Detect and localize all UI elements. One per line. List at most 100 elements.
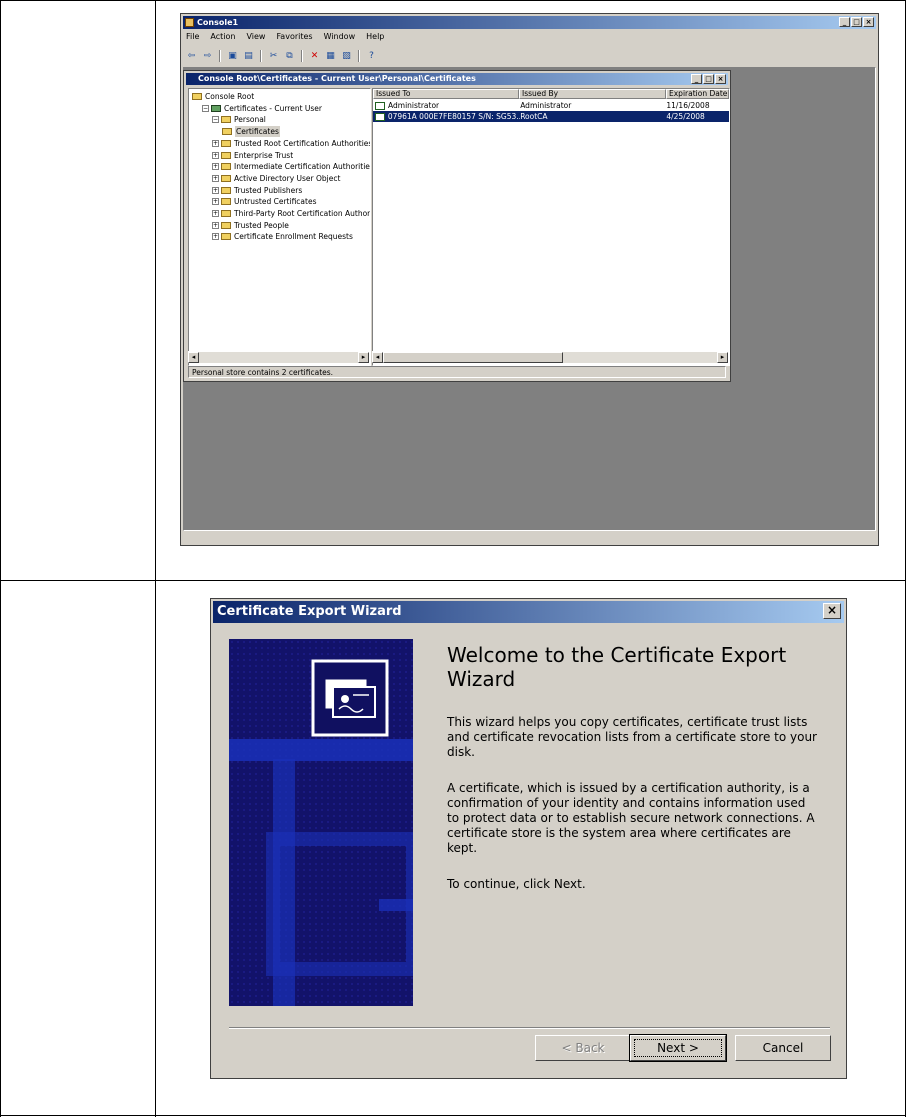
tree-item[interactable]: + Certificate Enrollment Requests [212, 231, 353, 242]
scroll-right-icon[interactable]: ▸ [358, 352, 369, 363]
forward-arrow-icon[interactable]: ⇨ [201, 50, 214, 62]
close-button[interactable]: × [863, 17, 874, 27]
tree-item[interactable]: + Trusted Root Certification Authorities [212, 138, 371, 149]
help-icon[interactable]: ? [365, 50, 378, 62]
cancel-button[interactable]: Cancel [735, 1035, 831, 1061]
col-issued-to[interactable]: Issued To [373, 89, 519, 99]
col-expiration-date[interactable]: Expiration Date [666, 89, 729, 99]
menu-favorites[interactable]: Favorites [275, 32, 313, 44]
wizard-banner-image [229, 639, 413, 1006]
up-folder-icon[interactable]: ▣ [226, 50, 239, 62]
expand-icon[interactable]: + [212, 233, 219, 241]
wizard-separator [229, 1027, 830, 1029]
certificate-icon [375, 101, 385, 110]
export-list-icon[interactable]: ▧ [340, 50, 353, 62]
tree-item[interactable]: + Enterprise Trust [212, 150, 293, 161]
tree-item[interactable]: + Third-Party Root Certification Authorit [212, 208, 371, 219]
tree-item-label: Third-Party Root Certification Authorit [234, 209, 371, 218]
expand-icon[interactable]: + [212, 174, 219, 182]
tree-item-label: Certificates [235, 126, 280, 138]
tree-item-label: Personal [234, 115, 266, 125]
tree-item[interactable]: − Personal [212, 114, 266, 125]
collapse-icon[interactable]: − [212, 116, 219, 124]
expand-icon[interactable]: + [212, 151, 219, 159]
child-maximize-button[interactable]: □ [703, 74, 714, 84]
list-scroll-right-icon[interactable]: ▸ [717, 352, 728, 363]
delete-icon[interactable]: ✕ [308, 50, 321, 62]
mmc-app-icon [185, 18, 194, 27]
child-title-bar[interactable]: Console Root\Certificates - Current User… [186, 73, 728, 85]
folder-open-icon [222, 128, 232, 136]
folder-icon [221, 186, 231, 194]
tree-pane[interactable]: Console Root − Certificates - Current User… [188, 88, 371, 366]
child-close-button[interactable]: × [715, 74, 726, 84]
folder-icon [221, 174, 231, 182]
menu-view[interactable]: View [245, 32, 266, 44]
list-item[interactable]: Administrator Administrator 11/16/2008 [373, 100, 729, 111]
collapse-icon[interactable]: − [202, 104, 209, 112]
tree-item[interactable]: Certificates [222, 126, 280, 138]
list-item[interactable]: 07961A 000E7FE80157 S/N: SG53... RootCA … [373, 111, 729, 122]
status-bar: Personal store contains 2 certificates. [188, 366, 726, 378]
tree-item[interactable]: + Untrusted Certificates [212, 196, 317, 207]
folder-icon [221, 233, 231, 241]
folder-icon [221, 116, 231, 124]
copy-icon[interactable]: ⧉ [283, 50, 296, 62]
menu-window[interactable]: Window [323, 32, 357, 44]
list-hscrollbar[interactable]: ◂ ▸ [372, 351, 728, 363]
menu-file[interactable]: File [185, 32, 200, 44]
expand-icon[interactable]: + [212, 210, 219, 217]
certificate-list[interactable]: Issued To Issued By Expiration Date Admi… [372, 88, 730, 366]
list-scroll-left-icon[interactable]: ◂ [372, 352, 383, 363]
folder-icon [221, 210, 231, 217]
tree-item[interactable]: + Intermediate Certification Authorities [212, 161, 371, 172]
maximize-button[interactable]: □ [851, 17, 862, 27]
toolbar: ⇦ ⇨ ▣ ▤ ✂ ⧉ ✕ ▦ ▧ ? [185, 49, 378, 63]
expand-icon[interactable]: + [212, 139, 219, 147]
tree-item-label: Certificates - Current User [224, 103, 322, 113]
tree-item-label: Trusted Root Certification Authorities [234, 138, 371, 148]
child-minimize-button[interactable]: _ [691, 74, 702, 84]
tree-hscrollbar[interactable]: ◂ ▸ [188, 351, 369, 363]
show-tree-icon[interactable]: ▤ [242, 50, 255, 62]
child-title: Console Root\Certificates - Current User… [198, 74, 476, 83]
folder-icon [192, 93, 202, 100]
scroll-left-icon[interactable]: ◂ [188, 352, 199, 363]
menu-bar: File Action View Favorites Window Help [185, 32, 385, 44]
certificate-export-wizard: Certificate Export Wizard × Welcome to t… [210, 598, 847, 1079]
tree-item-label: Enterprise Trust [234, 150, 294, 160]
expand-icon[interactable]: + [212, 221, 219, 229]
properties-icon[interactable]: ▦ [324, 50, 337, 62]
wizard-title-bar[interactable]: Certificate Export Wizard [213, 601, 844, 623]
expand-icon[interactable]: + [212, 186, 219, 194]
tree-item[interactable]: − Certificates - Current User [202, 103, 322, 114]
wizard-heading: Welcome to the Certificate Export Wizard [447, 643, 787, 691]
wizard-close-button[interactable]: × [823, 603, 841, 619]
back-button[interactable]: < Back [535, 1035, 631, 1061]
minimize-button[interactable]: _ [839, 17, 850, 27]
certificate-icon [375, 112, 385, 121]
tree-item[interactable]: + Trusted People [212, 220, 289, 231]
tree-item-label: Untrusted Certificates [234, 197, 317, 207]
tree-item[interactable]: Console Root [192, 91, 254, 102]
menu-action[interactable]: Action [209, 32, 236, 44]
tree-item-label: Active Directory User Object [234, 173, 341, 183]
mmc-title-bar[interactable]: Console1 _ □ × [183, 16, 876, 29]
col-issued-by[interactable]: Issued By [519, 89, 666, 99]
scroll-thumb[interactable] [383, 352, 563, 363]
tree-item-label: Trusted People [234, 220, 289, 230]
cut-icon[interactable]: ✂ [267, 50, 280, 62]
folder-icon [221, 139, 231, 147]
next-button[interactable]: Next > [629, 1034, 727, 1062]
tree-item[interactable]: + Trusted Publishers [212, 185, 302, 196]
tree-item-label: Certificate Enrollment Requests [234, 232, 353, 242]
tree-item[interactable]: + Active Directory User Object [212, 173, 340, 184]
expand-icon[interactable]: + [212, 198, 219, 206]
expand-icon[interactable]: + [212, 163, 219, 171]
menu-help[interactable]: Help [365, 32, 385, 44]
wizard-paragraph-3: To continue, click Next. [447, 877, 586, 891]
back-arrow-icon[interactable]: ⇦ [185, 50, 198, 62]
mmc-title: Console1 [197, 18, 239, 27]
tree-item-label: Intermediate Certification Authorities [234, 162, 371, 172]
folder-icon [221, 221, 231, 229]
